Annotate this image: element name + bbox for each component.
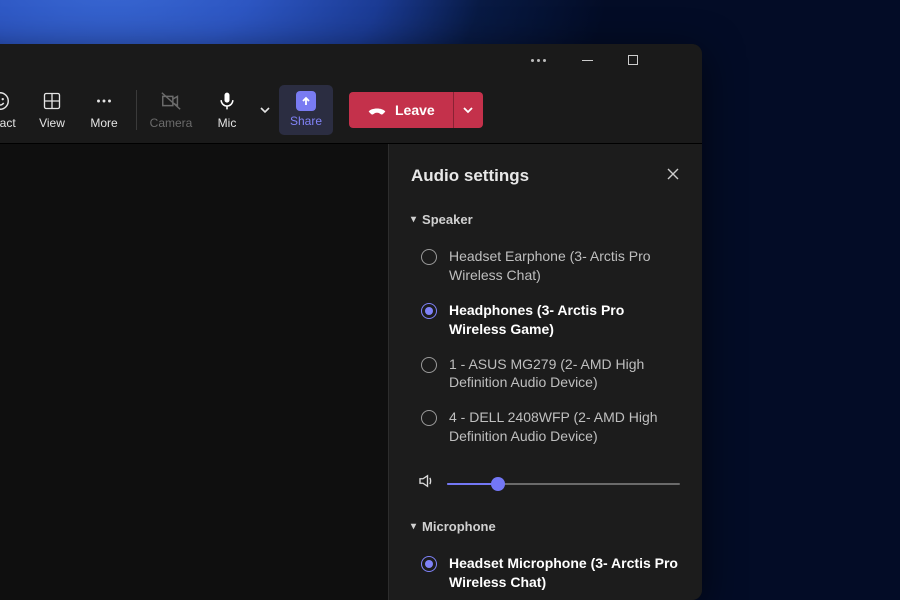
speaker-icon (417, 472, 435, 495)
camera-label: Camera (150, 116, 193, 130)
mic-label: Mic (218, 116, 237, 130)
toolbar-separator (136, 90, 137, 130)
more-button[interactable]: More (78, 81, 130, 139)
radio-icon (421, 556, 437, 572)
speaker-device-option[interactable]: 4 - DELL 2408WFP (2- AMD High Definition… (411, 400, 680, 454)
chevron-down-icon (462, 104, 474, 116)
hangup-icon (367, 103, 387, 117)
speaker-device-option[interactable]: Headset Earphone (3- Arctis Pro Wireless… (411, 239, 680, 293)
meeting-stage (0, 144, 388, 600)
window-more-button[interactable] (518, 44, 564, 76)
radio-icon (421, 249, 437, 265)
more-label: More (90, 116, 117, 130)
speaker-device-option-label: 1 - ASUS MG279 (2- AMD High Definition A… (449, 355, 678, 393)
react-icon (0, 90, 11, 112)
leave-label: Leave (395, 102, 435, 118)
triangle-down-icon: ▾ (411, 521, 416, 532)
radio-icon (421, 357, 437, 373)
speaker-device-list: Headset Earphone (3- Arctis Pro Wireless… (411, 239, 680, 454)
radio-icon (421, 303, 437, 319)
chevron-down-icon (259, 104, 271, 116)
view-button[interactable]: View (26, 81, 78, 139)
view-icon (41, 90, 63, 112)
camera-button[interactable]: Camera (143, 81, 199, 139)
meeting-toolbar: Chat People Raise React (0, 76, 702, 144)
speaker-section-label: Speaker (422, 212, 473, 227)
microphone-device-list: Headset Microphone (3- Arctis Pro Wirele… (411, 546, 680, 600)
react-button[interactable]: React (0, 81, 26, 139)
mic-menu-caret[interactable] (255, 81, 275, 139)
close-icon (673, 54, 685, 66)
share-button[interactable]: Share (279, 85, 333, 135)
speaker-volume-slider[interactable] (447, 483, 680, 485)
camera-off-icon (160, 90, 182, 112)
speaker-device-option[interactable]: Headphones (3- Arctis Pro Wireless Game) (411, 293, 680, 347)
speaker-device-option-label: 4 - DELL 2408WFP (2- AMD High Definition… (449, 408, 678, 446)
panel-close-button[interactable] (666, 167, 680, 186)
window-close-button[interactable] (656, 44, 702, 76)
app-window: Chat People Raise React (0, 44, 702, 600)
radio-icon (421, 410, 437, 426)
share-label: Share (290, 114, 322, 128)
speaker-device-option[interactable]: 1 - ASUS MG279 (2- AMD High Definition A… (411, 347, 680, 401)
microphone-device-option[interactable]: Headset Microphone (3- Arctis Pro Wirele… (411, 546, 680, 600)
speaker-device-option-label: Headphones (3- Arctis Pro Wireless Game) (449, 301, 678, 339)
view-label: View (39, 116, 65, 130)
close-icon (666, 167, 680, 181)
speaker-device-option-label: Headset Earphone (3- Arctis Pro Wireless… (449, 247, 678, 285)
microphone-section-toggle[interactable]: ▾ Microphone (411, 519, 680, 534)
audio-settings-panel: Audio settings ▾ Speaker Headset Earphon… (388, 144, 702, 600)
window-minimize-button[interactable] (564, 44, 610, 76)
share-icon (296, 91, 316, 111)
slider-thumb[interactable] (491, 477, 505, 491)
panel-title: Audio settings (411, 166, 529, 186)
leave-button[interactable]: Leave (349, 92, 453, 128)
more-icon (93, 90, 115, 112)
triangle-down-icon: ▾ (411, 214, 416, 225)
react-label: React (0, 116, 16, 130)
window-maximize-button[interactable] (610, 44, 656, 76)
microphone-device-option-label: Headset Microphone (3- Arctis Pro Wirele… (449, 554, 678, 592)
mic-icon (216, 90, 238, 112)
leave-menu-caret[interactable] (453, 92, 483, 128)
mic-button[interactable]: Mic (199, 81, 255, 139)
microphone-section-label: Microphone (422, 519, 496, 534)
titlebar (0, 44, 702, 76)
speaker-section-toggle[interactable]: ▾ Speaker (411, 212, 680, 227)
